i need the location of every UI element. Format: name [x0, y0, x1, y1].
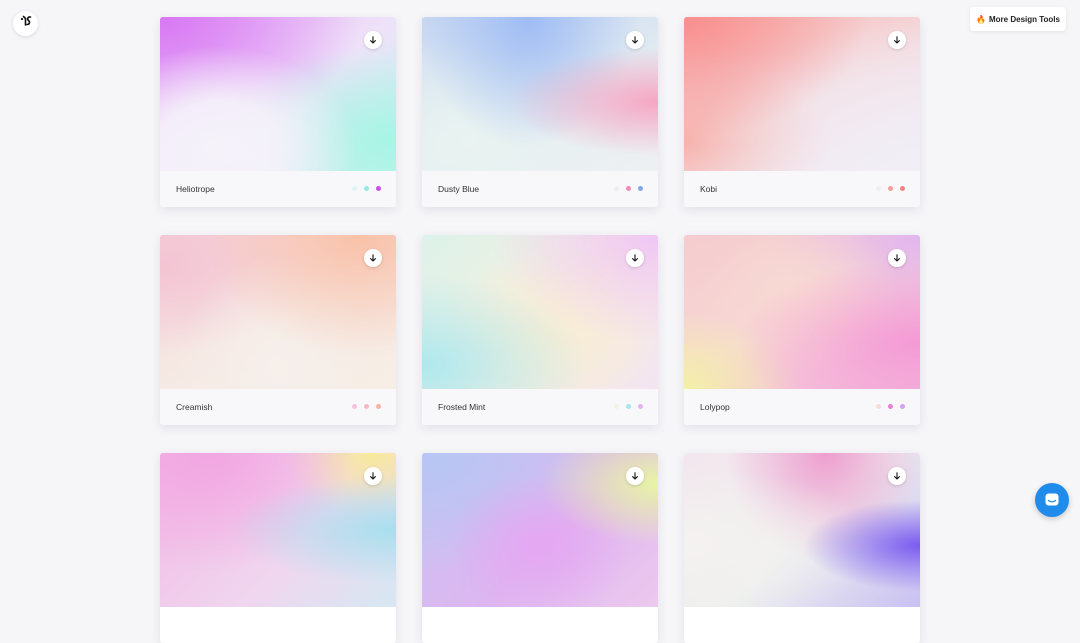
- color-swatch[interactable]: [888, 186, 893, 191]
- download-arrow-icon: [894, 472, 900, 480]
- gradient-name: Lolypop: [700, 402, 730, 412]
- download-arrow-icon: [370, 472, 376, 480]
- gradient-name: Frosted Mint: [438, 402, 486, 412]
- color-swatches: [876, 404, 905, 409]
- gradient-preview[interactable]: [422, 17, 658, 171]
- color-swatch[interactable]: [638, 404, 643, 409]
- gradient-preview[interactable]: [160, 235, 396, 389]
- gradient-preview[interactable]: [160, 453, 396, 607]
- gradient-card[interactable]: Dusty Blue: [422, 17, 658, 207]
- chat-bubble-icon: [1045, 493, 1059, 506]
- color-swatch[interactable]: [900, 404, 905, 409]
- card-footer: Lolypop: [684, 389, 920, 425]
- color-swatch[interactable]: [876, 404, 881, 409]
- more-design-tools-button[interactable]: 🔥 More Design Tools: [970, 7, 1066, 31]
- gradient-preview[interactable]: [160, 17, 396, 171]
- download-arrow-icon: [632, 36, 638, 44]
- fire-icon: 🔥: [976, 14, 986, 24]
- gradient-card[interactable]: Heliotrope: [160, 17, 396, 207]
- gradient-name: Heliotrope: [176, 184, 215, 194]
- card-footer: Heliotrope: [160, 171, 396, 207]
- gradient-card[interactable]: Kobi: [684, 17, 920, 207]
- color-swatch[interactable]: [888, 404, 893, 409]
- gradient-name: Dusty Blue: [438, 184, 480, 194]
- download-button[interactable]: [888, 249, 906, 267]
- gradient-card[interactable]: [160, 453, 396, 643]
- gradient-name: Creamish: [176, 402, 213, 412]
- card-footer: Kobi: [684, 171, 920, 207]
- color-swatch[interactable]: [876, 186, 881, 191]
- download-button[interactable]: [364, 31, 382, 49]
- color-swatch[interactable]: [626, 186, 631, 191]
- gradient-card[interactable]: [422, 453, 658, 643]
- gradient-preview[interactable]: [684, 235, 920, 389]
- color-swatch[interactable]: [376, 404, 381, 409]
- color-swatches: [614, 404, 643, 409]
- color-swatch[interactable]: [352, 186, 357, 191]
- download-button[interactable]: [626, 467, 644, 485]
- download-button[interactable]: [364, 467, 382, 485]
- brand-logo-icon: [19, 14, 33, 33]
- download-button[interactable]: [888, 467, 906, 485]
- color-swatch[interactable]: [900, 186, 905, 191]
- download-button[interactable]: [364, 249, 382, 267]
- gradient-card[interactable]: Frosted Mint: [422, 235, 658, 425]
- gradient-card[interactable]: [684, 453, 920, 643]
- gradient-preview[interactable]: [422, 453, 658, 607]
- download-arrow-icon: [370, 36, 376, 44]
- download-button[interactable]: [888, 31, 906, 49]
- download-arrow-icon: [370, 254, 376, 262]
- download-button[interactable]: [626, 249, 644, 267]
- gradient-preview[interactable]: [684, 453, 920, 607]
- gradient-preview[interactable]: [422, 235, 658, 389]
- download-arrow-icon: [894, 254, 900, 262]
- color-swatch[interactable]: [352, 404, 357, 409]
- brand-logo[interactable]: [13, 11, 38, 36]
- download-arrow-icon: [894, 36, 900, 44]
- color-swatches: [876, 186, 905, 191]
- color-swatch[interactable]: [364, 186, 369, 191]
- download-button[interactable]: [626, 31, 644, 49]
- color-swatch[interactable]: [626, 404, 631, 409]
- color-swatches: [352, 186, 381, 191]
- chat-widget-button[interactable]: [1035, 483, 1069, 517]
- more-design-tools-label: More Design Tools: [989, 14, 1060, 24]
- gradient-card[interactable]: Lolypop: [684, 235, 920, 425]
- download-arrow-icon: [632, 472, 638, 480]
- color-swatches: [352, 404, 381, 409]
- color-swatches: [614, 186, 643, 191]
- download-arrow-icon: [632, 254, 638, 262]
- card-footer: Creamish: [160, 389, 396, 425]
- gradient-preview[interactable]: [684, 17, 920, 171]
- color-swatch[interactable]: [364, 404, 369, 409]
- color-swatch[interactable]: [614, 186, 619, 191]
- card-footer: Frosted Mint: [422, 389, 658, 425]
- color-swatch[interactable]: [376, 186, 381, 191]
- gradient-name: Kobi: [700, 184, 718, 194]
- gradient-card[interactable]: Creamish: [160, 235, 396, 425]
- color-swatch[interactable]: [614, 404, 619, 409]
- card-footer: Dusty Blue: [422, 171, 658, 207]
- color-swatch[interactable]: [638, 186, 643, 191]
